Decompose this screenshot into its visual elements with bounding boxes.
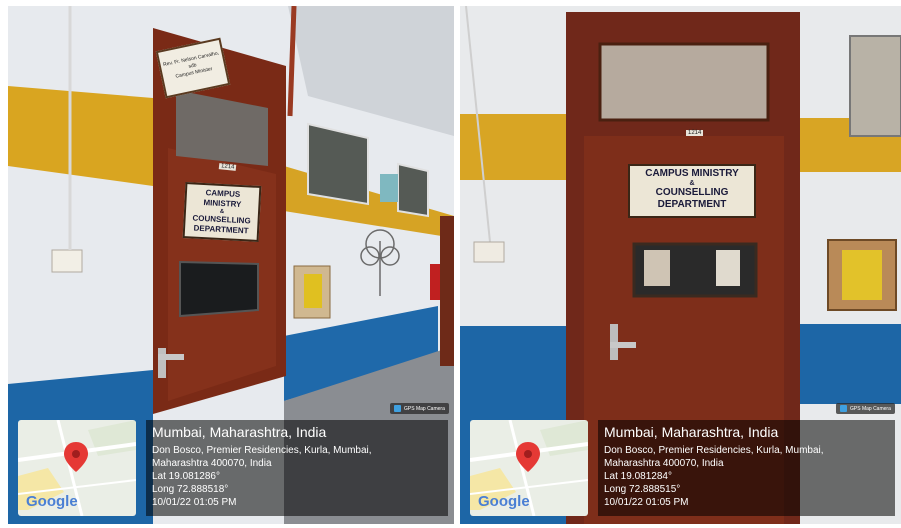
longitude: Long 72.888515° (604, 484, 681, 495)
location-info-panel: Mumbai, Maharashtra, India Don Bosco, Pr… (598, 420, 895, 516)
google-logo: Google (26, 493, 78, 510)
app-badge: GPS Map Camera (390, 403, 449, 414)
address-line-2: Maharashtra 400070, India (152, 458, 272, 469)
address-line-2: Maharashtra 400070, India (604, 458, 724, 469)
google-logo: Google (478, 493, 530, 510)
address-line-1: Don Bosco, Premier Residencies, Kurla, M… (604, 445, 824, 456)
geotag-overlay: Google Mumbai, Maharashtra, India Don Bo… (460, 414, 901, 524)
department-sign: CAMPUS MINISTRY & COUNSELLING DEPARTMENT (182, 182, 262, 242)
photo-right: 1214 CAMPUS MINISTRY & COUNSELLING DEPAR… (460, 6, 901, 524)
door-number-plate: 1214 (686, 130, 704, 136)
latitude: Lat 19.081286° (152, 471, 220, 482)
app-badge: GPS Map Camera (836, 403, 895, 414)
city-title: Mumbai, Maharashtra, India (604, 424, 779, 440)
camera-app-icon (394, 405, 401, 412)
address-line-1: Don Bosco, Premier Residencies, Kurla, M… (152, 445, 372, 456)
datetime: 10/01/22 01:05 PM (152, 497, 237, 508)
department-sign: CAMPUS MINISTRY & COUNSELLING DEPARTMENT (628, 164, 756, 218)
photo-left: Rev. Fr. Nelson Carvalho, sdb Campus Min… (8, 6, 454, 524)
location-map-thumbnail: Google (18, 420, 136, 516)
latitude: Lat 19.081284° (604, 471, 672, 482)
geotag-overlay: Google Mumbai, Maharashtra, India Don Bo… (8, 414, 454, 524)
location-map-thumbnail: Google (470, 420, 588, 516)
camera-app-icon (840, 405, 847, 412)
datetime: 10/01/22 01:05 PM (604, 497, 689, 508)
longitude: Long 72.888518° (152, 484, 229, 495)
city-title: Mumbai, Maharashtra, India (152, 424, 327, 440)
location-info-panel: Mumbai, Maharashtra, India Don Bosco, Pr… (146, 420, 448, 516)
